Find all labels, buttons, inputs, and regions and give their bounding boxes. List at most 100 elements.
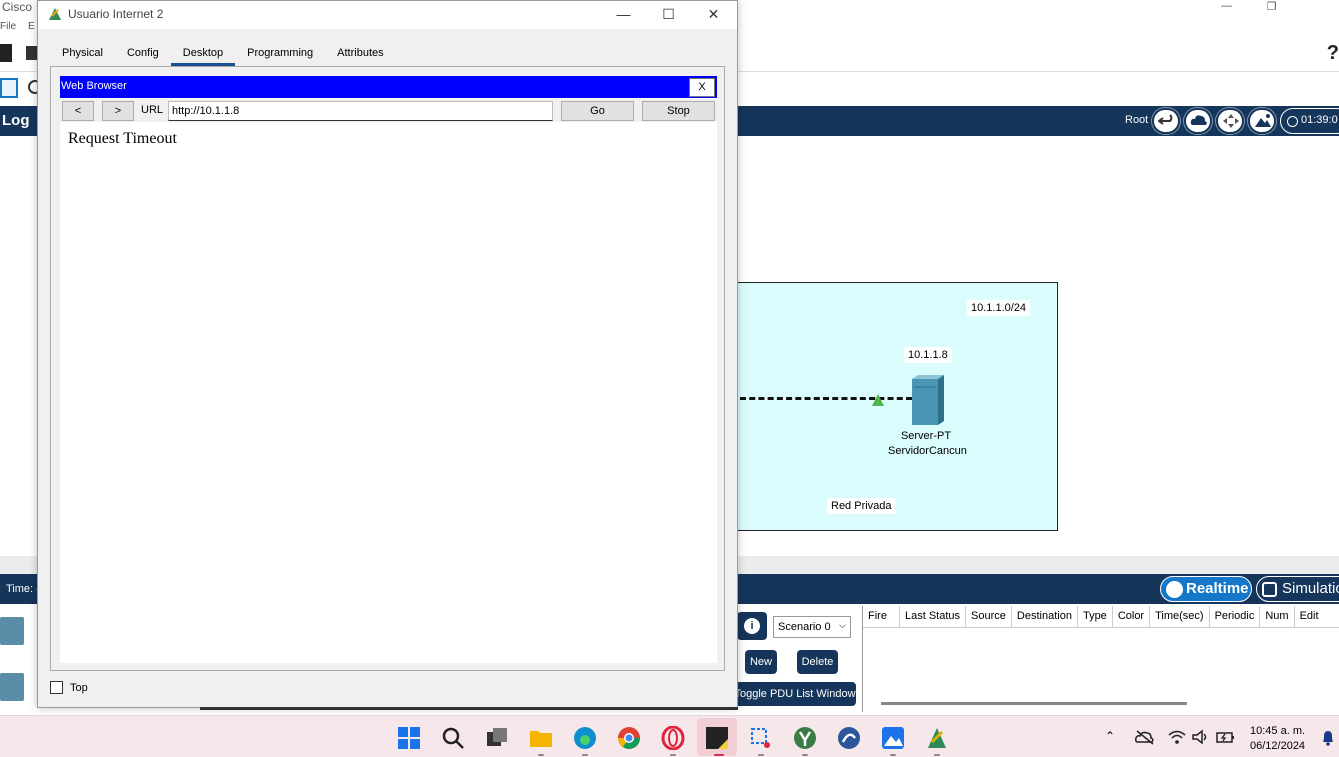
notification-bell-icon[interactable] — [1320, 730, 1336, 746]
task-view-icon[interactable] — [485, 726, 509, 750]
wifi-icon[interactable] — [1168, 729, 1186, 745]
checkbox-box[interactable] — [50, 681, 63, 694]
realtime-mode-button[interactable]: Realtime — [1160, 576, 1252, 602]
tab-attributes[interactable]: Attributes — [325, 41, 395, 66]
move-button[interactable] — [1216, 108, 1244, 134]
delete-scenario-button[interactable]: Delete — [797, 650, 838, 674]
file-explorer-icon[interactable] — [529, 726, 553, 750]
main-close-button[interactable] — [1294, 0, 1339, 14]
device-dialog: Usuario Internet 2 — ☐ ✕ Physical Config… — [37, 0, 738, 710]
maximize-button[interactable]: ☐ — [646, 1, 691, 29]
col-edit[interactable]: Edit — [1295, 606, 1324, 627]
tab-programming[interactable]: Programming — [235, 41, 325, 66]
new-scenario-button[interactable]: New — [745, 650, 777, 674]
taskbar-running-indicator — [802, 754, 808, 756]
menu-edit[interactable]: E — [28, 21, 35, 32]
back-level-button[interactable] — [1152, 108, 1180, 134]
clock-text: 01:39:0 — [1301, 114, 1338, 126]
show-hidden-icons-chevron-icon[interactable]: ⌃ — [1105, 729, 1115, 743]
top-checkbox-label: Top — [70, 681, 88, 694]
tab-desktop[interactable]: Desktop — [170, 41, 236, 66]
minimize-button[interactable]: — — [601, 1, 646, 29]
go-button[interactable]: Go — [561, 101, 634, 121]
web-browser-app: Web Browser X < > URL http://10.1.1.8 Go… — [60, 76, 717, 663]
forward-button[interactable]: > — [102, 101, 134, 121]
col-fire[interactable]: Fire — [863, 606, 900, 627]
pdu-scrollbar[interactable] — [881, 702, 1187, 705]
taskbar-running-indicator — [890, 754, 896, 756]
select-tool-icon[interactable] — [0, 78, 18, 98]
scenario-select[interactable]: Scenario 0 ⌵ — [773, 616, 851, 638]
url-label: URL — [141, 104, 164, 116]
desktop-tab-panel: Web Browser X < > URL http://10.1.1.8 Go… — [50, 66, 725, 671]
globe-clock-icon — [1287, 116, 1298, 127]
server-name: ServidorCancun — [888, 445, 967, 457]
help-icon[interactable]: ? — [1327, 42, 1339, 65]
simulation-mode-button[interactable]: Simulatio — [1256, 576, 1339, 602]
col-periodic[interactable]: Periodic — [1210, 606, 1261, 627]
chrome-icon[interactable] — [617, 726, 641, 750]
link-status-triangle-icon — [872, 394, 884, 406]
tab-config[interactable]: Config — [115, 41, 171, 66]
device-category-router-icon[interactable] — [0, 617, 24, 645]
sticky-notes-icon[interactable] — [705, 726, 729, 750]
clock-icon — [1166, 581, 1183, 598]
col-destination[interactable]: Destination — [1012, 606, 1078, 627]
col-last-status[interactable]: Last Status — [900, 606, 967, 627]
menu-file[interactable]: File — [0, 21, 16, 32]
packet-tracer-taskbar-icon[interactable] — [925, 726, 949, 750]
col-type[interactable]: Type — [1078, 606, 1113, 627]
root-label: Root — [1125, 114, 1149, 126]
cluster-button[interactable] — [1184, 108, 1212, 134]
url-input[interactable]: http://10.1.1.8 — [168, 101, 553, 121]
toggle-pdu-list-button[interactable]: Toggle PDU List Window — [734, 682, 856, 706]
taskbar-running-indicator — [538, 754, 544, 756]
photos-icon[interactable] — [881, 726, 905, 750]
pdu-list-table: Fire Last Status Source Destination Type… — [862, 606, 1339, 712]
edge-browser-icon[interactable] — [573, 726, 597, 750]
device-category-switch-icon[interactable] — [0, 673, 24, 701]
back-button[interactable]: < — [62, 101, 94, 121]
system-clock[interactable]: 10:45 a. m. 06/12/2024 — [1250, 724, 1305, 754]
close-button[interactable]: ✕ — [691, 1, 736, 29]
browser-title: Web Browser — [61, 80, 127, 92]
pdu-table-header: Fire Last Status Source Destination Type… — [863, 606, 1339, 628]
background-image-button[interactable] — [1248, 108, 1276, 134]
dialog-titlebar[interactable]: Usuario Internet 2 — ☐ ✕ — [38, 1, 737, 29]
col-source[interactable]: Source — [966, 606, 1012, 627]
opera-icon[interactable] — [661, 726, 685, 750]
mountain-icon — [1255, 114, 1271, 127]
taskbar: ⌃ 10:45 a. m. 06/12/2024 — [0, 715, 1339, 757]
stop-button[interactable]: Stop — [642, 101, 715, 121]
browser-nav-row: < > URL http://10.1.1.8 Go Stop — [60, 99, 717, 122]
col-time[interactable]: Time(sec) — [1150, 606, 1210, 627]
private-network-cluster[interactable]: 10.1.1.0/24 10.1.1.8 Server-PT ServidorC… — [737, 282, 1058, 531]
scenario-info-button[interactable]: i — [737, 612, 767, 640]
new-file-icon[interactable] — [0, 44, 12, 62]
move-arrows-icon — [1223, 114, 1239, 128]
browser-close-button[interactable]: X — [689, 78, 715, 97]
search-icon[interactable] — [441, 726, 465, 750]
scenario-value: Scenario 0 — [778, 621, 831, 633]
snipping-tool-icon[interactable] — [749, 726, 773, 750]
tab-physical[interactable]: Physical — [50, 41, 115, 66]
battery-charging-icon[interactable] — [1216, 729, 1236, 745]
onedrive-offline-icon[interactable] — [1135, 729, 1155, 745]
network-link[interactable] — [740, 397, 912, 400]
windows-start-icon[interactable] — [397, 726, 421, 750]
col-num[interactable]: Num — [1260, 606, 1295, 627]
main-window-title: Cisco — [2, 0, 33, 14]
main-restore-button[interactable]: ❐ — [1249, 0, 1294, 14]
packet-tracer-app-icon — [49, 8, 61, 20]
time-label: Time: ( — [6, 583, 40, 595]
green-app-icon[interactable] — [793, 726, 817, 750]
info-icon: i — [744, 618, 760, 634]
blue-app-icon[interactable] — [837, 726, 861, 750]
server-device-icon[interactable] — [908, 373, 946, 429]
volume-icon[interactable] — [1192, 729, 1210, 745]
top-checkbox[interactable]: Top — [50, 681, 88, 694]
ip-label: 10.1.1.8 — [904, 347, 952, 363]
logical-view-label[interactable]: Log — [2, 112, 30, 129]
main-minimize-button[interactable]: — — [1204, 0, 1249, 14]
col-color[interactable]: Color — [1113, 606, 1151, 627]
